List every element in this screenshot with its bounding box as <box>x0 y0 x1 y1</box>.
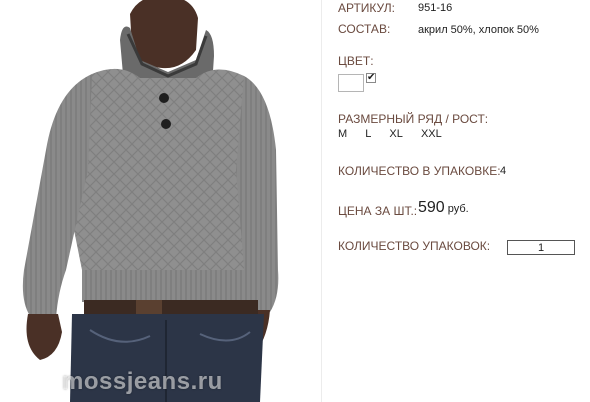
pack-qty-label: КОЛИЧЕСТВО В УПАКОВКЕ: <box>338 164 501 178</box>
size-option: L <box>365 128 372 140</box>
price: 590 руб. <box>418 199 469 217</box>
price-label: ЦЕНА ЗА ШТ.: <box>338 204 418 218</box>
packs-label: КОЛИЧЕСТВО УПАКОВОК: <box>338 239 491 253</box>
article-label: АРТИКУЛ: <box>338 1 395 15</box>
packs-quantity-input[interactable] <box>507 240 575 255</box>
price-value: 590 <box>418 199 445 216</box>
color-swatch[interactable] <box>338 74 364 92</box>
composition-value: акрил 50%, хлопок 50% <box>418 24 539 36</box>
price-unit: руб. <box>447 203 469 215</box>
sweater-model-image <box>22 0 279 402</box>
composition-label: СОСТАВ: <box>338 22 391 36</box>
size-option: XXL <box>420 128 442 140</box>
article-value: 951-16 <box>418 2 453 14</box>
size-label: РАЗМЕРНЫЙ РЯД / РОСТ: <box>338 112 489 126</box>
color-label: ЦВЕТ: <box>338 54 374 68</box>
pack-qty-value: 4 <box>500 165 507 177</box>
size-list: M L XL XXL <box>338 128 457 140</box>
size-option: XL <box>389 128 403 140</box>
watermark-logo: mossjeans.ru <box>62 368 223 395</box>
product-photo: mossjeans.ru <box>0 0 322 402</box>
size-option: M <box>338 128 348 140</box>
color-checkbox-icon[interactable]: ✔ <box>366 73 376 83</box>
